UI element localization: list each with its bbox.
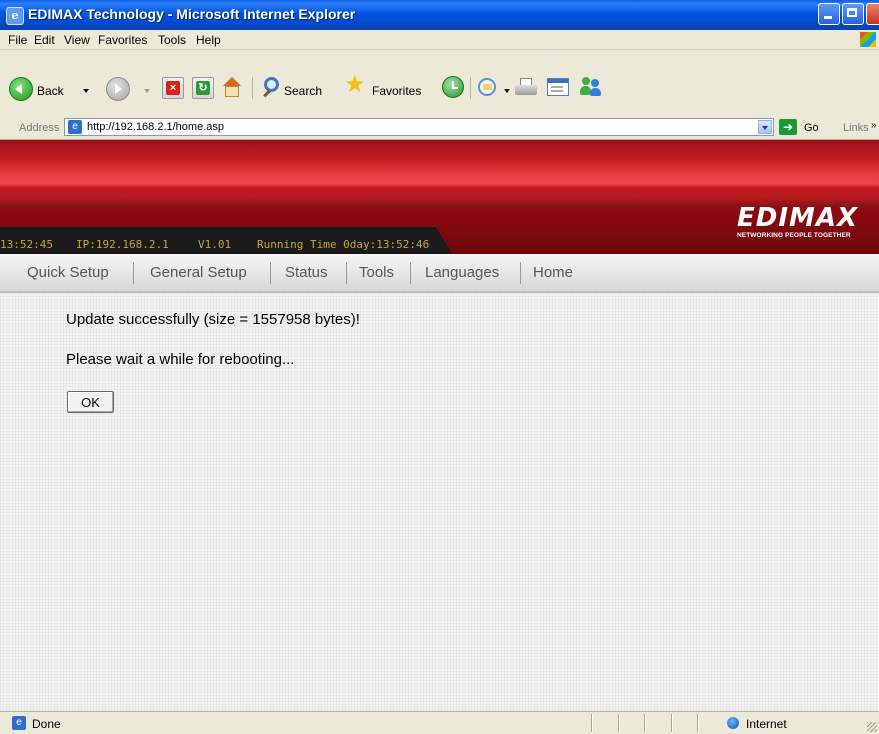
favorites-button[interactable]: ★ Favorites (344, 50, 434, 114)
status-divider (591, 714, 593, 732)
nav-separator (410, 262, 411, 284)
resize-grip[interactable] (867, 722, 877, 732)
status-bar: e Done Internet (0, 711, 879, 734)
forward-dropdown-icon[interactable] (144, 89, 150, 93)
page-status-icon: e (12, 716, 26, 730)
back-dropdown-icon[interactable] (83, 89, 89, 93)
messenger-icon[interactable] (580, 77, 602, 97)
nav-separator (520, 262, 521, 284)
menu-file[interactable]: File (8, 33, 27, 47)
edimax-logo: EDIMAX NETWORKING PEOPLE TOGETHER (737, 204, 872, 239)
router-nav-bar: Quick Setup General Setup Status Tools L… (0, 254, 879, 293)
logo-word: EDIMAX (737, 203, 859, 233)
address-url[interactable]: http://192.168.2.1/home.asp (87, 121, 224, 133)
history-icon[interactable] (442, 76, 464, 98)
address-dropdown-icon[interactable] (758, 120, 772, 134)
nav-tools[interactable]: Tools (359, 264, 394, 281)
router-running-time: Running Time 0day:13:52:46 (257, 238, 430, 251)
go-arrow-icon[interactable]: ➜ (779, 119, 797, 135)
security-zone-label: Internet (746, 717, 787, 731)
search-button[interactable]: Search (262, 50, 332, 114)
home-icon[interactable] (221, 77, 243, 99)
search-handle (263, 89, 271, 98)
search-icon (264, 77, 279, 92)
page-viewport: 13:52:45 IP:192.168.2.1 V1.01 Running Ti… (0, 140, 879, 711)
logo-tagline: NETWORKING PEOPLE TOGETHER (737, 232, 851, 239)
toolbar-separator (252, 77, 253, 99)
reboot-wait-message: Please wait a while for rebooting... (66, 351, 295, 368)
address-bar: Address e http://192.168.2.1/home.asp ➜ … (0, 116, 879, 140)
update-success-message: Update successfully (size = 1557958 byte… (66, 311, 360, 328)
ok-button[interactable]: OK (67, 391, 114, 413)
window-title: EDIMAX Technology - Microsoft Internet E… (28, 6, 356, 22)
back-arrow-glyph (15, 84, 22, 94)
menu-bar: File Edit View Favorites Tools Help (0, 30, 879, 50)
links-button[interactable]: Links (843, 122, 869, 134)
menu-edit[interactable]: Edit (34, 33, 55, 47)
menu-view[interactable]: View (64, 33, 90, 47)
internet-zone-icon (727, 717, 739, 729)
mail-dropdown-icon[interactable] (504, 89, 510, 93)
nav-general-setup[interactable]: General Setup (150, 264, 247, 281)
router-time: 13:52:45 (0, 238, 53, 251)
page-icon: e (68, 120, 82, 134)
status-divider (618, 714, 620, 732)
favorites-label: Favorites (372, 84, 422, 98)
status-text: Done (32, 717, 61, 731)
menu-tools[interactable]: Tools (158, 33, 186, 47)
minimize-button[interactable] (818, 3, 840, 25)
standard-toolbar: Back × ↻ Search ★ Favorites (0, 50, 879, 117)
nav-status[interactable]: Status (285, 264, 328, 281)
close-button[interactable] (866, 3, 879, 25)
links-chevron-icon[interactable]: » (871, 120, 877, 131)
back-button[interactable]: Back (7, 50, 89, 114)
router-ip: IP:192.168.2.1 (76, 238, 169, 251)
router-version: V1.01 (198, 238, 232, 251)
window-title-bar[interactable]: e EDIMAX Technology - Microsoft Internet… (0, 0, 879, 30)
favorites-star-icon: ★ (344, 71, 366, 98)
nav-separator (270, 262, 271, 284)
nav-separator (133, 262, 134, 284)
maximize-button[interactable] (842, 3, 864, 25)
stop-icon[interactable]: × (162, 77, 184, 99)
address-input[interactable]: e http://192.168.2.1/home.asp (64, 118, 774, 136)
nav-home[interactable]: Home (533, 264, 573, 281)
router-banner: 13:52:45 IP:192.168.2.1 V1.01 Running Ti… (0, 140, 879, 254)
status-divider (644, 714, 646, 732)
forward-arrow-glyph (115, 84, 122, 94)
edit-page-icon[interactable] (547, 78, 569, 96)
address-label: Address (19, 122, 60, 134)
nav-separator (346, 262, 347, 284)
nav-languages[interactable]: Languages (425, 264, 499, 281)
toolbar-separator (470, 77, 471, 99)
print-icon[interactable] (515, 78, 537, 98)
back-label: Back (37, 84, 64, 98)
windows-logo-icon (860, 32, 876, 47)
menu-favorites[interactable]: Favorites (98, 33, 147, 47)
menu-help[interactable]: Help (196, 33, 221, 47)
ie-app-icon[interactable]: e (6, 7, 24, 25)
refresh-icon[interactable]: ↻ (192, 77, 214, 99)
forward-button[interactable] (104, 50, 154, 114)
nav-quick-setup[interactable]: Quick Setup (27, 264, 109, 281)
content-panel: Update successfully (size = 1557958 byte… (0, 293, 879, 711)
search-label: Search (284, 84, 323, 98)
router-status-strip: 13:52:45 IP:192.168.2.1 V1.01 Running Ti… (0, 227, 452, 254)
mail-icon[interactable] (478, 78, 500, 96)
status-divider (671, 714, 673, 732)
go-button[interactable]: Go (804, 122, 819, 134)
status-divider (697, 714, 699, 732)
